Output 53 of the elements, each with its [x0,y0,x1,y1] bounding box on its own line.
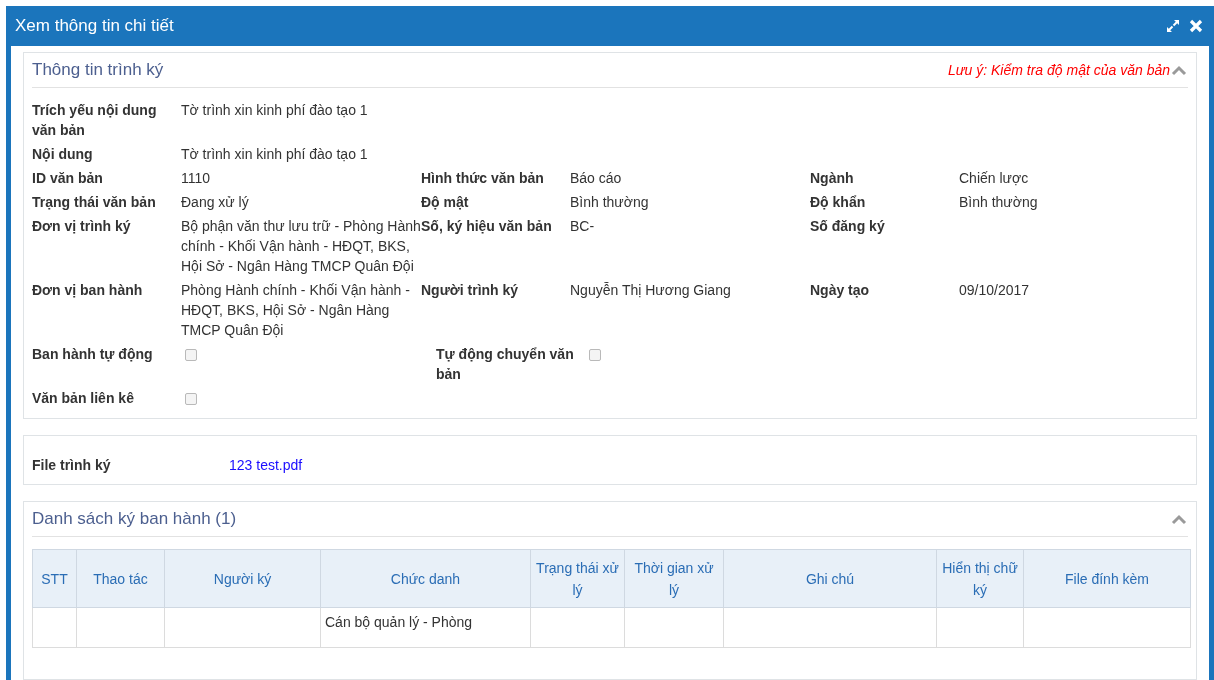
field-value: 1110 [181,169,212,188]
field-label: Nội dung [32,145,94,164]
field-label: Ngành [810,169,855,188]
field-value: BC- [570,217,596,236]
field-value: Bộ phận văn thư lưu trữ - Phòng Hành chính - Khối Vận hành - HĐQT, BKS, Hội Sở - Ngân Hàng TMCP Quân Đội [181,217,421,276]
column-header: Trạng thái xử lý [530,549,625,608]
field-label: Số, ký hiệu văn bản [421,217,553,236]
checkbox[interactable] [185,349,197,361]
expand-icon[interactable] [1165,18,1181,34]
column-header: Người ký [164,549,321,608]
field-value: 09/10/2017 [959,281,1031,300]
field-value: Bình thường [959,193,1039,212]
field-label: Ban hành tự động [32,345,154,364]
field-value: Phòng Hành chính - Khối Vận hành - HĐQT, BKS, Hội Sở - Ngân Hàng TMCP Quân Đội [181,281,411,340]
field-label: Ngày tạo [810,281,871,300]
note-text: Lưu ý: Kiểm tra độ mật của văn bản [947,60,1170,80]
field-value: Chiến lược [959,169,1030,188]
column-header: STT [32,549,77,608]
checkbox[interactable] [589,349,601,361]
field-value: Nguyễn Thị Hương Giang [570,281,732,300]
panel-title: Danh sách ký ban hành (1) [32,508,237,531]
checkbox[interactable] [185,393,197,405]
field-label: Văn bản liên kê [32,389,135,408]
panel-title: Thông tin trình ký [32,59,164,82]
column-header: Thao tác [76,549,165,608]
close-icon[interactable] [1189,19,1203,33]
field-value: Báo cáo [570,169,623,188]
field-value: Tờ trình xin kinh phí đào tạo 1 [181,145,368,164]
field-label: Độ khẩn [810,193,867,212]
column-header: File đính kèm [1023,549,1191,608]
field-label: Trích yếu nội dung văn bản [32,101,158,140]
field-label: Độ mật [421,193,470,212]
field-value: Bình thường [570,193,650,212]
window-title: Xem thông tin chi tiết [15,15,174,38]
field-label: Hình thức văn bản [421,169,545,188]
collapse-icon[interactable] [1170,64,1188,76]
field-label: File trình ký [32,455,112,475]
table-cell: Cán bộ quản lý - Phòng [320,607,531,648]
file-link[interactable]: 123 test.pdf [229,444,303,476]
collapse-icon[interactable] [1170,513,1188,525]
field-label: Số đăng ký [810,217,886,236]
field-label: Trạng thái văn bản [32,193,157,212]
field-value: Tờ trình xin kinh phí đào tạo 1 [181,101,368,120]
column-header: Hiển thị chữ ký [936,549,1024,608]
field-label: Tự động chuyển văn bản [436,345,575,384]
field-label: ID văn bản [32,169,104,188]
column-header: Ghi chú [723,549,937,608]
field-label: Đơn vị ban hành [32,281,144,300]
field-label: Đơn vị trình ký [32,217,132,236]
column-header: Thời gian xử lý [624,549,724,608]
column-header: Chức danh [320,549,531,608]
field-label: Người trình ký [421,281,520,300]
field-value: Đang xử lý [181,193,250,212]
